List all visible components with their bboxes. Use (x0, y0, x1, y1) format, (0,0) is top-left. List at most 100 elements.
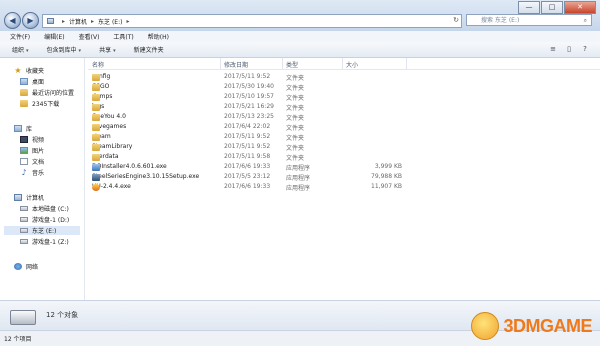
view-options-icon[interactable]: ≡ (548, 45, 558, 54)
new-folder-button[interactable]: 新建文件夹 (134, 45, 164, 54)
file-row[interactable]: dumps 2017/5/10 19:57 文件夹 (88, 92, 600, 102)
minimize-button[interactable]: — (518, 1, 540, 14)
file-row[interactable]: config 2017/5/11 9:52 文件夹 (88, 72, 600, 82)
file-row[interactable]: steam 2017/5/11 9:52 文件夹 (88, 132, 600, 142)
file-name: config (92, 73, 110, 81)
search-input[interactable]: 搜索 东芝 (E:) ⌕ (466, 14, 592, 26)
file-type: 文件夹 (286, 95, 305, 102)
column-date[interactable]: 修改日期 (224, 60, 248, 69)
video-icon (20, 136, 28, 143)
menu-tools[interactable]: 工具(T) (113, 32, 133, 41)
document-icon (20, 158, 28, 165)
file-type: 文件夹 (286, 105, 305, 112)
breadcrumb-computer[interactable]: 计算机 (69, 17, 87, 26)
watermark-text: 3DMGAME (503, 315, 592, 336)
breadcrumb-drive-e[interactable]: 东芝 (E:) (98, 17, 122, 26)
column-size[interactable]: 大小 (346, 60, 358, 69)
sidebar-item-documents[interactable]: 文档 (20, 157, 44, 166)
sidebar-network-label: 网络 (26, 264, 39, 271)
folder-icon (92, 134, 100, 141)
view-controls: ≡ ▯ ? (542, 45, 590, 54)
sidebar-item-label: 游戏盘-1 (Z:) (32, 239, 69, 246)
sidebar-item-downloads[interactable]: 2345下载 (20, 99, 59, 108)
star-icon: ★ (14, 66, 22, 75)
address-bar[interactable]: ▸ 计算机 ▸ 东芝 (E:) ▸ ↻ (42, 14, 462, 28)
sidebar-item-recent[interactable]: 最近访问的位置 (20, 88, 74, 97)
file-row[interactable]: CSGO 2017/5/30 19:40 文件夹 (88, 82, 600, 92)
file-date: 2017/5/10 19:57 (224, 93, 274, 100)
file-row[interactable]: savegames 2017/6/4 22:02 文件夹 (88, 122, 600, 132)
sidebar-item-videos[interactable]: 视频 (20, 135, 44, 144)
file-size: 3,999 KB (374, 163, 402, 170)
file-size: 11,907 KB (371, 183, 402, 190)
organize-button[interactable]: 组织 ▾ (12, 45, 29, 54)
folder-icon (92, 104, 100, 111)
sidebar-item-drive-e[interactable]: 东芝 (E:) (4, 226, 80, 235)
sidebar-item-drive-z[interactable]: 游戏盘-1 (Z:) (20, 237, 69, 246)
column-type[interactable]: 类型 (286, 60, 298, 69)
close-button[interactable]: ✕ (564, 1, 596, 14)
back-button[interactable]: ◀ (4, 12, 21, 29)
sidebar-libraries[interactable]: 库 (14, 124, 32, 133)
file-date: 2017/5/11 9:52 (224, 73, 271, 80)
sidebar-favorites-label: 收藏夹 (26, 68, 45, 75)
sidebar-network[interactable]: 网络 (14, 262, 38, 271)
column-divider[interactable] (342, 58, 343, 69)
file-type: 文件夹 (286, 85, 305, 92)
folder-icon (92, 154, 100, 161)
window-controls: — □ ✕ (517, 1, 596, 14)
file-name: userdata (92, 153, 119, 161)
computer-icon (47, 18, 54, 24)
chevron-down-icon: ▾ (78, 48, 82, 54)
file-name: dumps (92, 93, 112, 101)
file-type: 应用程序 (286, 165, 311, 172)
menu-edit[interactable]: 编辑(E) (44, 32, 64, 41)
column-divider[interactable] (406, 58, 407, 69)
menu-file[interactable]: 文件(F) (10, 32, 30, 41)
include-in-library-button[interactable]: 包含到库中 ▾ (47, 45, 82, 54)
menu-view[interactable]: 查看(V) (79, 32, 100, 41)
share-button[interactable]: 共享 ▾ (99, 45, 116, 54)
forward-button[interactable]: ▶ (22, 12, 39, 29)
file-row[interactable]: UU-2.4.4.exe 2017/6/6 19:33 应用程序 11,907 KB (88, 182, 600, 192)
preview-pane-icon[interactable]: ▯ (564, 45, 574, 54)
sidebar-item-desktop[interactable]: 桌面 (20, 77, 44, 86)
drive-icon (20, 217, 28, 222)
file-row[interactable]: SteamLibrary 2017/5/11 9:52 文件夹 (88, 142, 600, 152)
sidebar-item-pictures[interactable]: 图片 (20, 146, 44, 155)
drive-icon (20, 228, 28, 233)
file-name: SteamLibrary (92, 143, 132, 151)
sidebar-item-label: 本地磁盘 (C:) (32, 206, 69, 213)
file-date: 2017/5/5 23:12 (224, 173, 271, 180)
folder-icon (92, 84, 100, 91)
sidebar-computer[interactable]: 计算机 (14, 193, 44, 202)
picture-icon (20, 147, 28, 154)
file-row[interactable]: DQInstaller4.0.6.601.exe 2017/6/6 19:33 应用… (88, 162, 600, 172)
column-header: 名称 修改日期 类型 大小 (88, 58, 600, 70)
folder-icon (92, 74, 100, 81)
file-row[interactable]: logs 2017/5/21 16:29 文件夹 (88, 102, 600, 112)
sidebar-favorites[interactable]: ★ 收藏夹 (14, 66, 45, 76)
sidebar-item-drive-c[interactable]: 本地磁盘 (C:) (20, 204, 69, 213)
watermark-logo-icon (471, 312, 500, 340)
folder-icon (92, 124, 100, 131)
file-row[interactable]: SteelSeriesEngine3.10.15Setup.exe 2017/5/… (88, 172, 600, 182)
column-divider[interactable] (282, 58, 283, 69)
maximize-button[interactable]: □ (541, 1, 563, 14)
file-name: steam (92, 133, 111, 141)
watermark: 3DMGAME (471, 312, 592, 340)
column-divider[interactable] (220, 58, 221, 69)
breadcrumb-separator: ▸ (126, 17, 130, 25)
file-row[interactable]: userdata 2017/5/11 9:58 文件夹 (88, 152, 600, 162)
help-icon[interactable]: ? (580, 45, 590, 54)
organize-label: 组织 (12, 47, 25, 54)
file-name: UU-2.4.4.exe (92, 183, 131, 191)
file-row[interactable]: QeeYou 4.0 2017/5/13 23:25 文件夹 (88, 112, 600, 122)
menu-help[interactable]: 帮助(H) (148, 32, 169, 41)
refresh-icon[interactable]: ↻ (453, 16, 459, 24)
search-icon: ⌕ (583, 17, 587, 24)
file-name-label: DQInstaller4.0.6.601.exe (92, 163, 167, 170)
column-name[interactable]: 名称 (92, 60, 104, 69)
sidebar-item-music[interactable]: ♪ 音乐 (20, 168, 44, 178)
sidebar-item-drive-d[interactable]: 游戏盘-1 (D:) (20, 215, 69, 224)
